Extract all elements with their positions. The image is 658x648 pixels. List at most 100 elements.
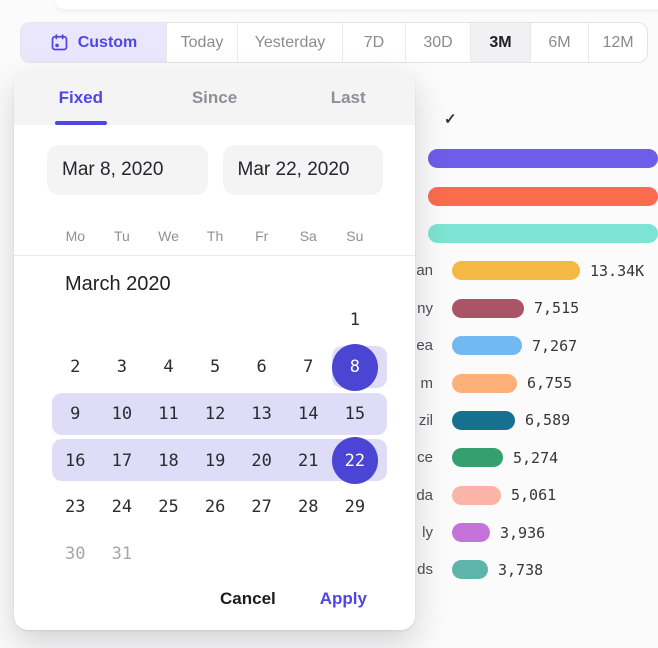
day-cell-empty xyxy=(145,530,192,577)
day-cell-8[interactable]: 8 xyxy=(332,344,379,391)
toolbar-item-30d[interactable]: 30D xyxy=(405,23,470,62)
day-cell-18[interactable]: 18 xyxy=(145,437,192,484)
date-inputs-row: Mar 8, 2020 Mar 22, 2020 xyxy=(14,125,415,195)
weekday-label: Fr xyxy=(238,228,285,244)
toolbar-item-today[interactable]: Today xyxy=(166,23,237,62)
day-cell-2[interactable]: 2 xyxy=(52,344,99,391)
day-cell-5[interactable]: 5 xyxy=(192,344,239,391)
apply-button[interactable]: Apply xyxy=(320,589,367,609)
calendar-week-row: 3031 xyxy=(52,530,415,577)
weekday-label: Sa xyxy=(285,228,332,244)
background-card-edge xyxy=(55,0,658,9)
chart-value-label: 6,755 xyxy=(527,374,572,392)
day-cell-27[interactable]: 27 xyxy=(238,484,285,531)
day-cell-16[interactable]: 16 xyxy=(52,437,99,484)
toolbar-item-6m[interactable]: 6M xyxy=(530,23,588,62)
day-cell-11[interactable]: 11 xyxy=(145,390,192,437)
day-cell-19[interactable]: 19 xyxy=(192,437,239,484)
active-tab-underline xyxy=(55,121,107,125)
calendar-week-row: 16171819202122 xyxy=(52,437,415,484)
toolbar-item-custom[interactable]: Custom xyxy=(21,23,166,62)
tab-since[interactable]: Since xyxy=(148,70,282,125)
day-cell-3[interactable]: 3 xyxy=(99,344,146,391)
month-title: March 2020 xyxy=(65,273,415,295)
day-cell-empty xyxy=(99,297,146,344)
end-date-input[interactable]: Mar 22, 2020 xyxy=(223,145,384,195)
calendar-week-row: 1 xyxy=(52,297,415,344)
day-cell-30[interactable]: 30 xyxy=(52,530,99,577)
day-cell-20[interactable]: 20 xyxy=(238,437,285,484)
day-cell-6[interactable]: 6 xyxy=(238,344,285,391)
day-cell-empty xyxy=(145,297,192,344)
chart-bar xyxy=(452,374,517,393)
calendar-week-row: 2345678 xyxy=(52,344,415,391)
weekday-header: MoTuWeThFrSaSu xyxy=(14,223,415,248)
day-cell-7[interactable]: 7 xyxy=(285,344,332,391)
chart-value-label: 5,274 xyxy=(513,449,558,467)
day-cell-15[interactable]: 15 xyxy=(332,390,379,437)
date-range-toolbar: Custom Today Yesterday 7D 30D 3M 6M 12M xyxy=(20,22,648,63)
day-cell-4[interactable]: 4 xyxy=(145,344,192,391)
day-cell-23[interactable]: 23 xyxy=(52,484,99,531)
chart-bar xyxy=(452,336,522,355)
chart-value-label: 3,738 xyxy=(498,561,543,579)
selected-day-end: 22 xyxy=(332,437,379,484)
toolbar-item-label: Custom xyxy=(78,34,138,52)
toolbar-item-label: Today xyxy=(181,34,224,52)
tab-label: Since xyxy=(192,88,237,108)
calendar-week-row: 9101112131415 xyxy=(52,390,415,437)
toolbar-item-label: 12M xyxy=(602,34,633,52)
date-picker-popup: FixedSinceLast Mar 8, 2020 Mar 22, 2020 … xyxy=(14,70,415,630)
picker-footer: Cancel Apply xyxy=(220,587,367,611)
chart-value-label: 6,589 xyxy=(525,411,570,429)
divider xyxy=(14,255,415,256)
toolbar-item-label: 30D xyxy=(423,34,452,52)
weekday-label: Su xyxy=(332,228,379,244)
day-cell-12[interactable]: 12 xyxy=(192,390,239,437)
day-cell-17[interactable]: 17 xyxy=(99,437,146,484)
day-cell-empty xyxy=(285,297,332,344)
day-cell-14[interactable]: 14 xyxy=(285,390,332,437)
day-cell-empty xyxy=(238,530,285,577)
calendar-week-row: 23242526272829 xyxy=(52,484,415,531)
toolbar-item-label: 7D xyxy=(364,34,384,52)
selected-day-start: 8 xyxy=(332,344,379,391)
tab-fixed[interactable]: Fixed xyxy=(14,70,148,125)
chart-value-label: 5,061 xyxy=(511,486,556,504)
calendar-grid: 1234567891011121314151617181920212223242… xyxy=(14,297,415,577)
chart-bar xyxy=(452,523,490,542)
chart-bar xyxy=(452,411,515,430)
weekday-label: We xyxy=(145,228,192,244)
weekday-label: Tu xyxy=(99,228,146,244)
toolbar-item-label: Yesterday xyxy=(255,34,326,52)
cancel-button[interactable]: Cancel xyxy=(220,589,276,609)
day-cell-empty xyxy=(332,530,379,577)
day-cell-25[interactable]: 25 xyxy=(145,484,192,531)
toolbar-item-label: 6M xyxy=(548,34,570,52)
start-date-input[interactable]: Mar 8, 2020 xyxy=(47,145,208,195)
toolbar-item-label: 3M xyxy=(489,34,511,52)
toolbar-item-12m[interactable]: 12M xyxy=(588,23,647,62)
date-picker-tabs: Fixed Since Last xyxy=(14,70,415,125)
toolbar-item-7d[interactable]: 7D xyxy=(342,23,405,62)
day-cell-21[interactable]: 21 xyxy=(285,437,332,484)
chart-bar xyxy=(428,187,658,206)
toolbar-item-yesterday[interactable]: Yesterday xyxy=(237,23,342,62)
check-icon: ✓ xyxy=(444,110,457,128)
chart-bar xyxy=(452,261,580,280)
day-cell-10[interactable]: 10 xyxy=(99,390,146,437)
day-cell-13[interactable]: 13 xyxy=(238,390,285,437)
toolbar-item-3m[interactable]: 3M xyxy=(470,23,530,62)
day-cell-24[interactable]: 24 xyxy=(99,484,146,531)
day-cell-1[interactable]: 1 xyxy=(332,297,379,344)
day-cell-26[interactable]: 26 xyxy=(192,484,239,531)
day-cell-22[interactable]: 22 xyxy=(332,437,379,484)
chart-value-label: 3,936 xyxy=(500,524,545,542)
weekday-label: Th xyxy=(192,228,239,244)
weekday-label: Mo xyxy=(52,228,99,244)
day-cell-29[interactable]: 29 xyxy=(332,484,379,531)
day-cell-31[interactable]: 31 xyxy=(99,530,146,577)
tab-last[interactable]: Last xyxy=(281,70,415,125)
day-cell-9[interactable]: 9 xyxy=(52,390,99,437)
day-cell-28[interactable]: 28 xyxy=(285,484,332,531)
